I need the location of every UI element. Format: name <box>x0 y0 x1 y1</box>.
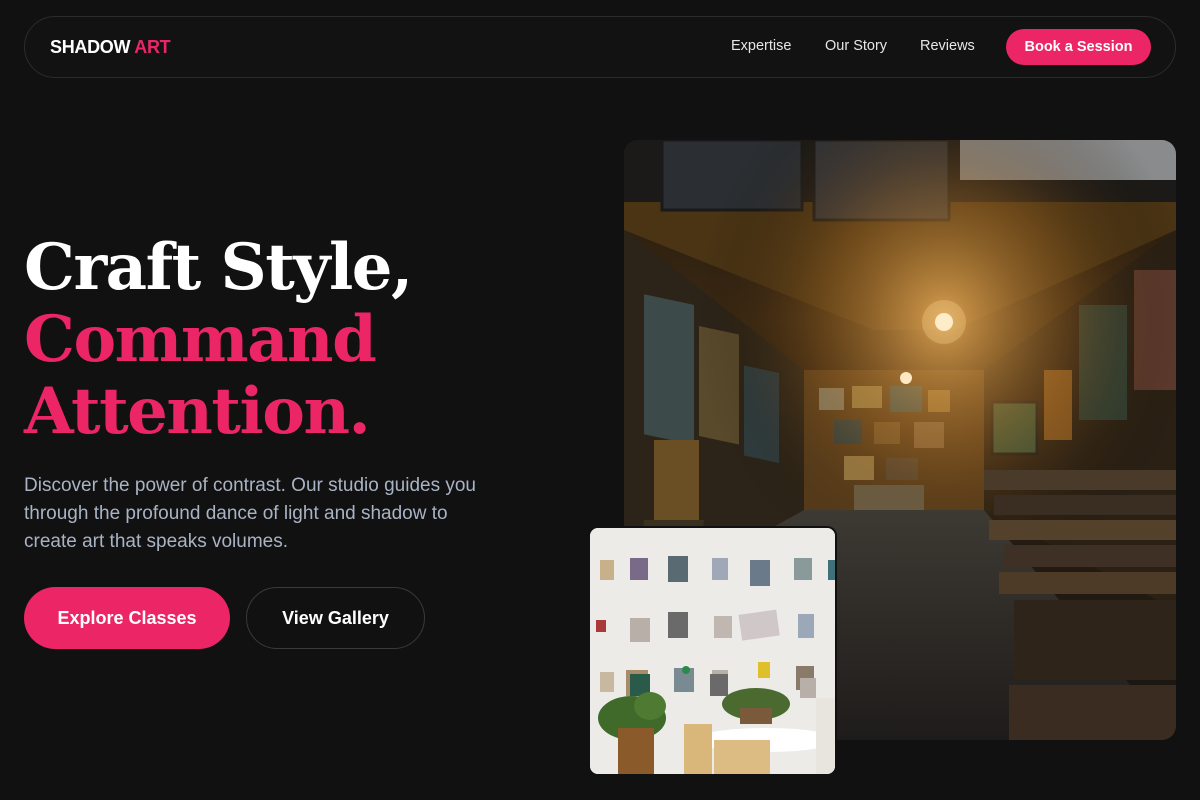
hero-headline: Craft Style, Command Attention. <box>24 230 413 449</box>
gallery-wall-illustration <box>590 528 835 774</box>
nav-link-reviews[interactable]: Reviews <box>920 38 975 54</box>
headline-line-2: Command <box>24 302 377 377</box>
brand-word-art: ART <box>134 37 171 57</box>
brand-word-shadow: SHADOW <box>50 37 131 57</box>
explore-classes-button[interactable]: Explore Classes <box>24 587 230 649</box>
gallery-wall-image <box>588 526 837 776</box>
book-session-button[interactable]: Book a Session <box>1006 29 1151 65</box>
brand-logo[interactable]: SHADOW ART <box>50 37 171 58</box>
navbar: SHADOW ART Expertise Our Story Reviews B… <box>24 16 1176 78</box>
nav-link-our-story[interactable]: Our Story <box>825 38 887 54</box>
nav-link-expertise[interactable]: Expertise <box>731 38 791 54</box>
view-gallery-button[interactable]: View Gallery <box>246 587 425 649</box>
headline-line-3: Attention. <box>24 374 371 449</box>
headline-line-1: Craft Style, <box>24 230 413 305</box>
hero-description: Discover the power of contrast. Our stud… <box>24 475 477 552</box>
pinned-photos <box>596 556 835 698</box>
